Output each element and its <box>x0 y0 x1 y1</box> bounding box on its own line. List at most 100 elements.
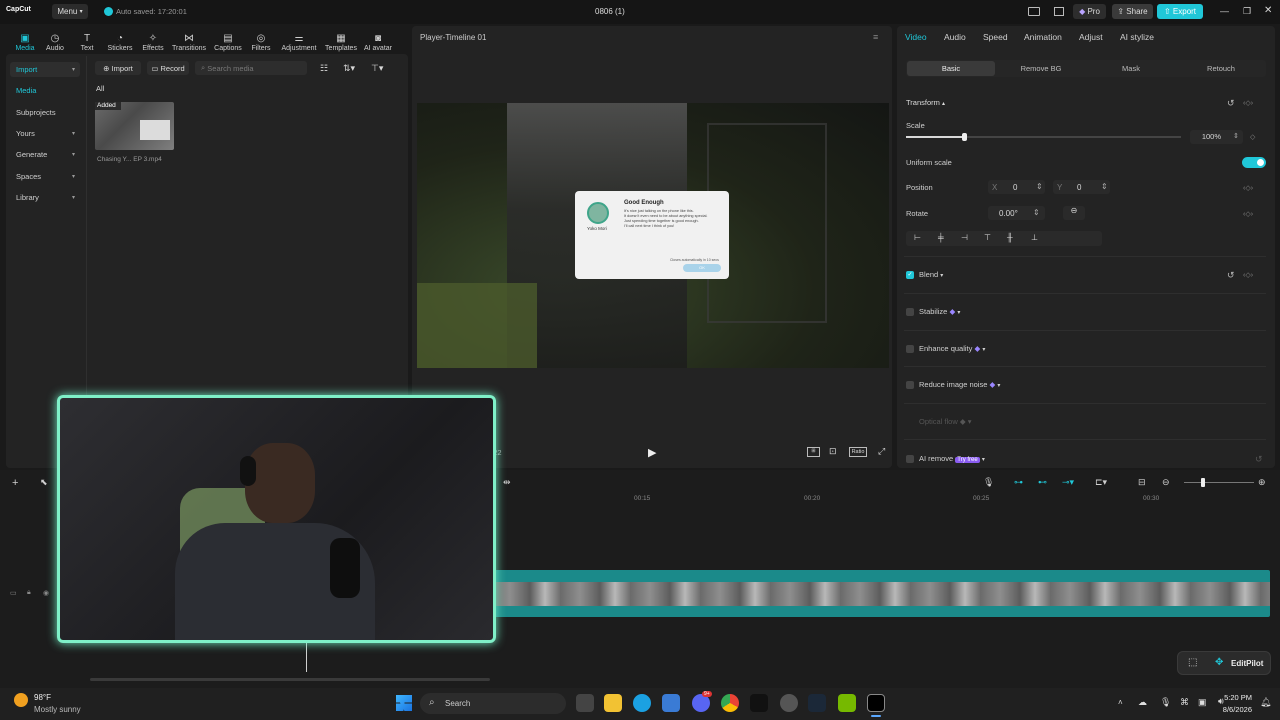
align-center-h-icon[interactable]: ╪ <box>938 233 944 242</box>
project-name[interactable]: 0806 (1) <box>595 7 625 16</box>
taskbar-search[interactable]: ⌕ Search <box>420 693 566 714</box>
tool-ai-avatar[interactable]: ◙ AI avatar <box>359 26 397 52</box>
ratio-button[interactable]: Ratio <box>849 447 867 457</box>
tool-effects[interactable]: ✧ Effects <box>134 26 172 52</box>
play-icon[interactable]: ▶ <box>648 446 656 459</box>
nav-spaces[interactable]: Spaces ▾ <box>10 169 80 184</box>
lock-icon[interactable]: 🔒︎ <box>27 589 31 597</box>
keyframe-icon[interactable]: ◇ <box>1250 133 1255 141</box>
align-left-icon[interactable]: ⊢ <box>914 233 921 242</box>
keyframe-icon[interactable]: ‹◇› <box>1243 210 1253 218</box>
rotate-dial-icon[interactable]: ⊖ <box>1063 206 1085 220</box>
pro-button[interactable]: ◆ Pro <box>1073 4 1106 19</box>
crop-icon[interactable]: ⊡ <box>829 446 837 457</box>
close-icon[interactable]: ✕ <box>1264 5 1272 16</box>
minimize-icon[interactable]: — <box>1220 6 1229 16</box>
shortcuts-icon[interactable] <box>1054 7 1064 16</box>
subtab-basic[interactable]: Basic <box>907 61 995 76</box>
network-icon[interactable]: ▣ <box>1198 697 1207 708</box>
nav-subprojects[interactable]: Subprojects <box>10 105 80 120</box>
tab-animation[interactable]: Animation <box>1024 32 1062 42</box>
eye-icon[interactable]: ◉ <box>43 589 49 597</box>
chrome-icon[interactable] <box>721 694 739 712</box>
microphone-icon[interactable]: 🎙︎ <box>983 477 994 488</box>
zoom-out-icon[interactable]: ⊖ <box>1162 477 1170 488</box>
nav-media[interactable]: Media <box>10 83 80 98</box>
filter-icon[interactable]: ⊤▾ <box>371 63 383 74</box>
notifications-bell-icon[interactable]: 🔔︎ <box>1260 697 1271 708</box>
share-button[interactable]: ⇪ Share <box>1112 4 1153 19</box>
video-clip[interactable] <box>490 570 1270 617</box>
select-icon[interactable]: ⬚ <box>1188 657 1197 668</box>
export-button[interactable]: ⇧ Export <box>1157 4 1203 19</box>
weather-desc[interactable]: Mostly sunny <box>34 705 81 714</box>
align-right-icon[interactable]: ⊣ <box>961 233 968 242</box>
record-button[interactable]: ▭ Record <box>147 61 189 75</box>
enhance-quality-label[interactable]: Enhance quality ◆ ▾ <box>919 344 985 353</box>
task-view-icon[interactable] <box>576 694 594 712</box>
stepper-icon[interactable]: ⇕ <box>1101 182 1108 191</box>
onedrive-icon[interactable]: ☁ <box>1138 697 1147 708</box>
nav-library[interactable]: Library ▾ <box>10 190 80 205</box>
linkage-icon[interactable]: ⊸▾ <box>1062 477 1074 488</box>
view-toggle-icon[interactable]: ☷ <box>320 63 328 74</box>
align-bottom-icon[interactable]: ⊥ <box>1031 233 1038 242</box>
rotate-field[interactable]: 0.00° ⇕ <box>988 206 1045 220</box>
microphone-tray-icon[interactable]: 🎙︎ <box>1160 697 1171 708</box>
layout-icon[interactable] <box>1028 7 1040 16</box>
enhance-quality-checkbox[interactable] <box>906 345 914 353</box>
steam-icon[interactable] <box>808 694 826 712</box>
photos-icon[interactable] <box>662 694 680 712</box>
nvidia-icon[interactable] <box>838 694 856 712</box>
tab-video[interactable]: Video <box>905 32 927 42</box>
tool-templates[interactable]: ▦ Templates <box>322 26 360 52</box>
scale-slider-handle[interactable] <box>961 133 967 141</box>
keyframe-icon[interactable]: ‹◇› <box>1243 99 1253 107</box>
bluetooth-icon[interactable]: ⌘ <box>1180 697 1189 708</box>
reduce-noise-checkbox[interactable] <box>906 381 914 389</box>
align-top-icon[interactable]: ⊤ <box>984 233 991 242</box>
maximize-icon[interactable]: ❐ <box>1243 6 1251 17</box>
expand-icon[interactable]: ⤢ <box>878 446 885 457</box>
scale-slider[interactable] <box>906 133 1181 141</box>
select-cursor-icon[interactable]: ⬉ <box>40 477 48 488</box>
uniform-scale-toggle[interactable] <box>1242 157 1266 168</box>
zoom-handle[interactable] <box>1201 478 1205 487</box>
add-track-icon[interactable]: + <box>12 477 18 489</box>
stepper-icon[interactable]: ⇕ <box>1233 132 1239 140</box>
ai-remove-checkbox[interactable] <box>906 455 914 463</box>
edge-icon[interactable] <box>633 694 651 712</box>
capcut-taskbar-icon[interactable] <box>867 694 885 712</box>
align-center-v-icon[interactable]: ╫ <box>1007 233 1013 242</box>
tab-speed[interactable]: Speed <box>983 32 1008 42</box>
tab-adjust[interactable]: Adjust <box>1079 32 1103 42</box>
file-explorer-icon[interactable] <box>604 694 622 712</box>
nav-generate[interactable]: Generate ▾ <box>10 147 80 162</box>
stepper-icon[interactable]: ⇕ <box>1036 182 1043 191</box>
clock-date[interactable]: 8/6/2026 <box>1218 705 1252 714</box>
keyframe-icon[interactable]: ‹◇› <box>1243 184 1253 192</box>
filter-all[interactable]: All <box>96 84 104 93</box>
settings-gear-icon[interactable] <box>780 694 798 712</box>
import-button[interactable]: ⊕ Import <box>95 61 141 75</box>
position-y-field[interactable]: Y 0 ⇕ <box>1053 180 1110 194</box>
subtab-remove-bg[interactable]: Remove BG <box>997 61 1085 76</box>
player-menu-icon[interactable]: ≡ <box>873 32 878 42</box>
auto-snap-icon[interactable]: ⊷ <box>1038 477 1047 488</box>
ai-remove-label[interactable]: AI remove Try free ▾ <box>919 454 985 463</box>
preview-axis-icon[interactable]: ⊏▾ <box>1095 477 1107 488</box>
magnet-link-icon[interactable]: ⊶ <box>1014 477 1023 488</box>
clock-time[interactable]: 5:20 PM <box>1218 693 1252 702</box>
stabilize-checkbox[interactable] <box>906 308 914 316</box>
timeline-scrollbar[interactable] <box>90 678 490 681</box>
zoom-in-icon[interactable]: ⊕ <box>1258 477 1266 488</box>
keyframe-icon[interactable]: ‹◇› <box>1243 271 1253 279</box>
stabilize-label[interactable]: Stabilize ◆ ▾ <box>919 307 960 316</box>
search-media-input[interactable]: ⌕ Search media <box>195 61 307 75</box>
sort-icon[interactable]: ⇅▾ <box>343 63 355 74</box>
nav-yours[interactable]: Yours ▾ <box>10 126 80 141</box>
fit-icon[interactable]: ⊟ <box>1138 477 1146 488</box>
tab-ai-stylize[interactable]: AI stylize <box>1120 32 1154 42</box>
editpilot-widget[interactable]: ⬚ ✥ EditPilot <box>1177 651 1271 675</box>
tool-filters[interactable]: ◎ Filters <box>242 26 280 52</box>
